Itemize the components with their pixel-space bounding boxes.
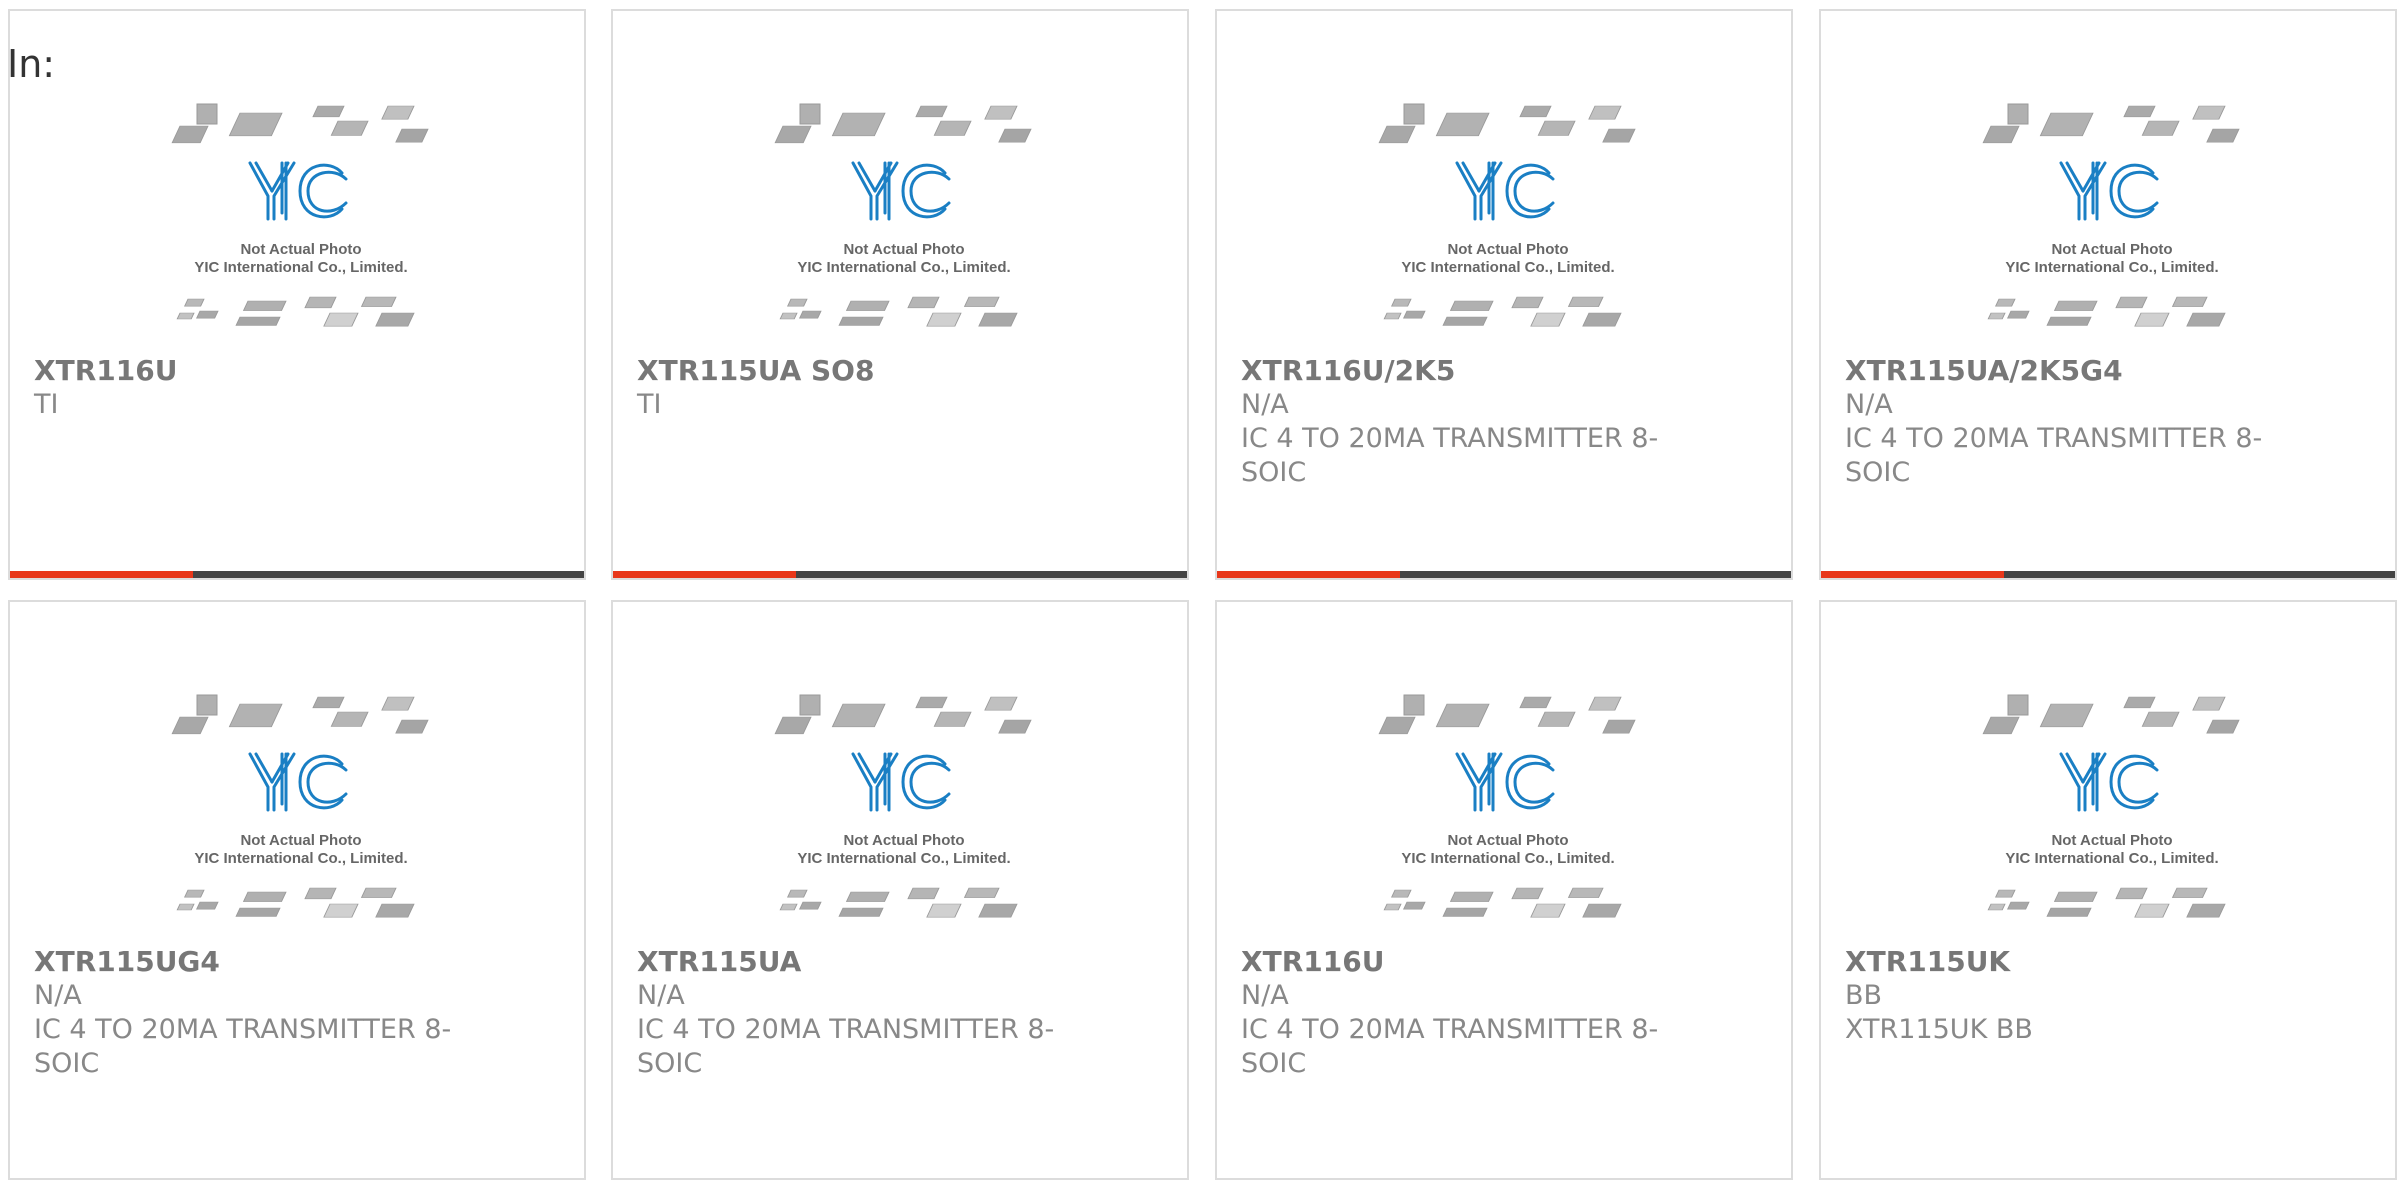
product-image[interactable]: Not Actual Photo YIC International Co., …: [773, 692, 1035, 937]
card-bar: [10, 571, 584, 578]
part-number[interactable]: XTR115UK: [1845, 945, 2375, 979]
image-caption-line2: YIC International Co., Limited.: [2005, 259, 2218, 276]
image-caption-line1: Not Actual Photo: [240, 241, 361, 258]
description: IC 4 TO 20MA TRANSMITTER 8-SOIC: [637, 1014, 1055, 1079]
image-caption-line1: Not Actual Photo: [1447, 832, 1568, 849]
not-actual-photo-image: Not Actual Photo YIC International Co., …: [1378, 103, 1636, 327]
product-card[interactable]: Not Actual Photo YIC International Co., …: [8, 600, 586, 1180]
not-actual-photo-image: Not Actual Photo YIC International Co., …: [774, 103, 1032, 327]
image-caption-line2: YIC International Co., Limited.: [194, 259, 407, 276]
description: IC 4 TO 20MA TRANSMITTER 8-SOIC: [1845, 423, 2263, 488]
product-card[interactable]: Not Actual Photo YIC International Co., …: [1819, 9, 2397, 580]
card-bar: [1217, 571, 1791, 578]
description: IC 4 TO 20MA TRANSMITTER 8-SOIC: [1241, 1014, 1659, 1079]
image-caption-line1: Not Actual Photo: [2051, 832, 2172, 849]
product-card[interactable]: Not Actual Photo YIC International Co., …: [1215, 600, 1793, 1180]
product-image[interactable]: Not Actual Photo YIC International Co., …: [1377, 692, 1639, 937]
product-card[interactable]: Not Actual Photo YIC International Co., …: [611, 9, 1189, 580]
product-image[interactable]: Not Actual Photo YIC International Co., …: [170, 692, 432, 937]
not-actual-photo-image: Not Actual Photo YIC International Co., …: [171, 694, 429, 918]
in-label: In:: [7, 42, 56, 86]
not-actual-photo-image: Not Actual Photo YIC International Co., …: [171, 103, 429, 327]
part-number[interactable]: XTR115UG4: [34, 945, 564, 979]
image-caption-line1: Not Actual Photo: [240, 832, 361, 849]
product-image[interactable]: Not Actual Photo YIC International Co., …: [1981, 101, 2243, 346]
product-image[interactable]: Not Actual Photo YIC International Co., …: [1377, 101, 1639, 346]
not-actual-photo-image: Not Actual Photo YIC International Co., …: [1982, 103, 2240, 327]
description: IC 4 TO 20MA TRANSMITTER 8-SOIC: [1241, 423, 1659, 488]
part-number[interactable]: XTR116U: [34, 354, 564, 388]
product-card[interactable]: Not Actual Photo YIC International Co., …: [8, 9, 586, 580]
description: XTR115UK BB: [1845, 1014, 2033, 1045]
product-card[interactable]: Not Actual Photo YIC International Co., …: [1819, 600, 2397, 1180]
image-caption-line1: Not Actual Photo: [843, 832, 964, 849]
image-caption-line1: Not Actual Photo: [1447, 241, 1568, 258]
image-caption-line2: YIC International Co., Limited.: [1401, 850, 1614, 867]
not-actual-photo-image: Not Actual Photo YIC International Co., …: [1982, 694, 2240, 918]
part-number[interactable]: XTR115UA/2K5G4: [1845, 354, 2375, 388]
image-caption-line2: YIC International Co., Limited.: [1401, 259, 1614, 276]
image-caption-line2: YIC International Co., Limited.: [797, 850, 1010, 867]
not-actual-photo-image: Not Actual Photo YIC International Co., …: [1378, 694, 1636, 918]
product-image[interactable]: Not Actual Photo YIC International Co., …: [773, 101, 1035, 346]
manufacturer: N/A: [1241, 980, 1289, 1011]
card-bar: [613, 571, 1187, 578]
part-number[interactable]: XTR116U: [1241, 945, 1771, 979]
part-number[interactable]: XTR115UA SO8: [637, 354, 1167, 388]
manufacturer: N/A: [1241, 389, 1289, 420]
product-card[interactable]: Not Actual Photo YIC International Co., …: [1215, 9, 1793, 580]
manufacturer: N/A: [1845, 389, 1893, 420]
manufacturer: TI: [637, 389, 662, 420]
manufacturer: BB: [1845, 980, 1883, 1011]
image-caption-line1: Not Actual Photo: [2051, 241, 2172, 258]
image-caption-line2: YIC International Co., Limited.: [2005, 850, 2218, 867]
manufacturer: N/A: [637, 980, 685, 1011]
product-image[interactable]: Not Actual Photo YIC International Co., …: [170, 101, 432, 346]
manufacturer: TI: [34, 389, 59, 420]
image-caption-line1: Not Actual Photo: [843, 241, 964, 258]
image-caption-line2: YIC International Co., Limited.: [797, 259, 1010, 276]
card-bar: [1821, 571, 2395, 578]
part-number[interactable]: XTR115UA: [637, 945, 1167, 979]
part-number[interactable]: XTR116U/2K5: [1241, 354, 1771, 388]
product-card[interactable]: Not Actual Photo YIC International Co., …: [611, 600, 1189, 1180]
not-actual-photo-image: Not Actual Photo YIC International Co., …: [774, 694, 1032, 918]
product-image[interactable]: Not Actual Photo YIC International Co., …: [1981, 692, 2243, 937]
manufacturer: N/A: [34, 980, 82, 1011]
image-caption-line2: YIC International Co., Limited.: [194, 850, 407, 867]
description: IC 4 TO 20MA TRANSMITTER 8-SOIC: [34, 1014, 452, 1079]
